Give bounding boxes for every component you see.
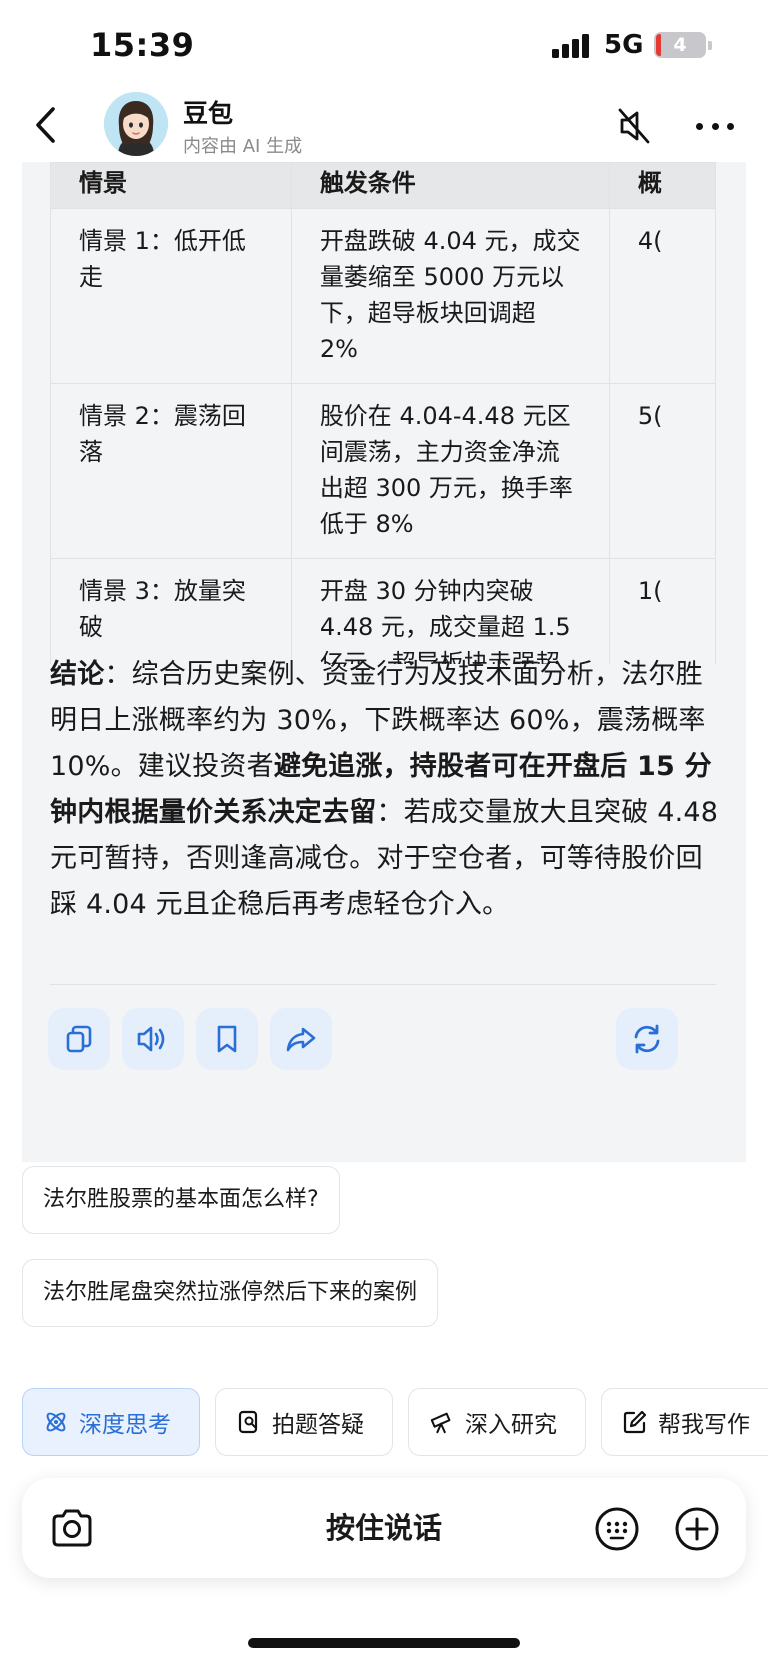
table-row: 情景 2：震荡回落 股价在 4.04-4.48 元区间震荡，主力资金净流出超 3… [50, 383, 716, 559]
avatar-illustration [104, 92, 168, 156]
battery-nub [708, 41, 712, 50]
suggestion-chip[interactable]: 法尔胜股票的基本面怎么样? [22, 1166, 340, 1234]
battery-icon: 4 [654, 32, 706, 58]
home-indicator [248, 1638, 520, 1648]
table-row: 情景 3：放量突破 开盘 30 分钟内突破 4.48 元，成交量超 1.5 亿元… [50, 558, 716, 664]
table-header-condition: 触发条件 [290, 162, 610, 209]
dot [696, 122, 703, 130]
speaker-icon [137, 1026, 165, 1052]
table-cell-probability: 1( [608, 558, 716, 664]
mute-button[interactable] [612, 104, 656, 148]
speaker-muted-icon [618, 108, 650, 144]
plus-circle-icon [675, 1507, 719, 1551]
tool-chip-label: 帮我写作 [658, 1412, 750, 1438]
dot [711, 122, 719, 130]
divider [50, 984, 716, 985]
keyboard-button[interactable] [594, 1506, 640, 1552]
bookmark-button[interactable] [196, 1008, 258, 1070]
share-button[interactable] [270, 1008, 332, 1070]
conclusion-label: 结论 [50, 659, 105, 690]
table-header-scenario: 情景 [50, 162, 292, 209]
tool-chip-label: 深入研究 [465, 1412, 557, 1438]
edit-icon [622, 1409, 648, 1435]
regenerate-button[interactable] [616, 1008, 678, 1070]
input-bar: 按住说话 [22, 1478, 746, 1578]
scenario-table-container[interactable]: 情景 触发条件 概 情景 1：低开低走 开盘跌破 4.04 元，成交量萎缩至 5… [50, 162, 716, 664]
table-cell-condition: 股价在 4.04-4.48 元区间震荡，主力资金净流出超 300 万元，换手率低… [290, 383, 610, 559]
read-aloud-button[interactable] [122, 1008, 184, 1070]
avatar[interactable] [104, 92, 168, 156]
table-cell-condition: 开盘 30 分钟内突破 4.48 元，成交量超 1.5 亿元，超导板块走强超 1… [290, 558, 610, 664]
chat-header: 豆包 内容由 AI 生成 [0, 92, 768, 162]
battery-level: 4 [673, 34, 687, 56]
bookmark-icon [217, 1025, 237, 1053]
atom-icon [43, 1409, 69, 1435]
dot [727, 122, 734, 130]
suggestion-chip[interactable]: 法尔胜尾盘突然拉涨停然后下来的案例 [22, 1259, 439, 1327]
table-cell-condition: 开盘跌破 4.04 元，成交量萎缩至 5000 万元以下，超导板块回调超 2% [290, 208, 610, 384]
table-cell-probability: 5( [608, 383, 716, 559]
network-label: 5G [604, 30, 644, 60]
tool-chip-photo-answer[interactable]: 拍题答疑 [215, 1388, 393, 1456]
copy-icon [66, 1025, 92, 1053]
tool-chip-label: 拍题答疑 [272, 1412, 364, 1438]
more-options-button[interactable] [690, 104, 740, 148]
copy-button[interactable] [48, 1008, 110, 1070]
signal-icon [552, 34, 592, 58]
table-row: 情景 1：低开低走 开盘跌破 4.04 元，成交量萎缩至 5000 万元以下，超… [50, 208, 716, 384]
share-icon [286, 1027, 316, 1052]
chat-scroll-area[interactable]: 情景 触发条件 概 情景 1：低开低走 开盘跌破 4.04 元，成交量萎缩至 5… [0, 162, 768, 1162]
status-time: 15:39 [90, 26, 195, 64]
table-header-probability: 概 [608, 162, 716, 209]
table-cell-scenario: 情景 3：放量突破 [50, 558, 292, 664]
tool-chip-label: 深度思考 [79, 1412, 171, 1438]
tool-chip-write[interactable]: 帮我写作 [601, 1388, 768, 1456]
table-cell-probability: 4( [608, 208, 716, 384]
refresh-icon [634, 1024, 660, 1054]
back-button[interactable] [26, 100, 66, 150]
telescope-icon [429, 1409, 455, 1435]
ai-generated-note: 内容由 AI 生成 [183, 136, 303, 157]
tool-chip-deep-think[interactable]: 深度思考 [22, 1388, 200, 1456]
answer-card: 情景 触发条件 概 情景 1：低开低走 开盘跌破 4.04 元，成交量萎缩至 5… [22, 162, 746, 1162]
keyboard-icon [595, 1507, 639, 1551]
tool-chip-deep-research[interactable]: 深入研究 [408, 1388, 586, 1456]
status-bar: 15:39 5G 4 [0, 0, 768, 92]
photo-question-icon [236, 1409, 262, 1435]
table-cell-scenario: 情景 1：低开低走 [50, 208, 292, 384]
conclusion-paragraph: 结论：综合历史案例、资金行为及技术面分析，法尔胜明日上涨概率约为 30%，下跌概… [50, 652, 720, 928]
scenario-table: 情景 触发条件 概 情景 1：低开低走 开盘跌破 4.04 元，成交量萎缩至 5… [50, 162, 716, 664]
tool-chips-row[interactable]: 深度思考 拍题答疑 深入研究 帮我写作 [0, 1388, 768, 1456]
table-cell-scenario: 情景 2：震荡回落 [50, 383, 292, 559]
bot-name: 豆包 [183, 99, 234, 128]
chevron-left-icon [36, 107, 55, 143]
add-button[interactable] [674, 1506, 720, 1552]
answer-card-inner: 情景 触发条件 概 情景 1：低开低走 开盘跌破 4.04 元，成交量萎缩至 5… [22, 162, 746, 1162]
